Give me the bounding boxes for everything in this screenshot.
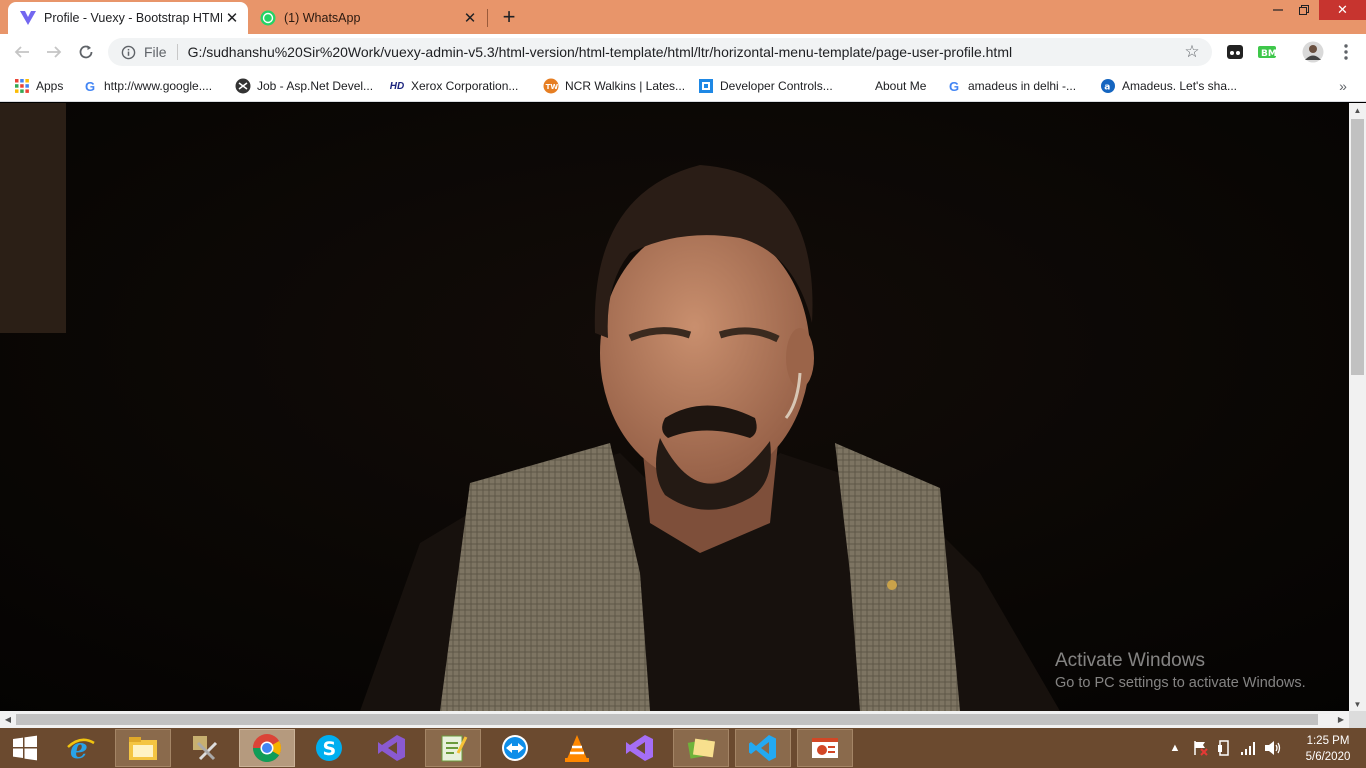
url-text[interactable]: G:/sudhanshu%20Sir%20Work/vuexy-admin-v5… <box>188 44 1182 60</box>
bookmark-google[interactable]: G http://www.google.... <box>82 76 212 96</box>
clock-time: 1:25 PM <box>1306 735 1350 747</box>
visual-studio-icon[interactable] <box>363 729 419 767</box>
svg-text:TW: TW <box>546 83 559 91</box>
tab-strip: Profile - Vuexy - Bootstrap HTML ✕ (1) W… <box>0 0 1366 34</box>
minimize-button[interactable] <box>1265 0 1291 20</box>
new-tab-button[interactable]: + <box>497 4 521 29</box>
watermark-title: Activate Windows <box>1055 650 1205 671</box>
google-icon: G <box>84 78 96 94</box>
chrome-icon[interactable] <box>239 729 295 767</box>
visual-studio-2019-icon[interactable] <box>611 729 667 767</box>
watermark-subtitle: Go to PC settings to activate Windows. <box>1055 675 1306 691</box>
bookmark-label: Xerox Corporation... <box>411 79 519 93</box>
tab-title: (1) WhatsApp <box>284 11 361 25</box>
photos-icon[interactable] <box>673 729 729 767</box>
activate-windows-watermark: Activate Windows Go to PC settings to ac… <box>1055 650 1306 691</box>
extension-bm-icon[interactable]: BM <box>1257 42 1277 62</box>
forward-button[interactable] <box>41 39 67 65</box>
tab-title: Profile - Vuexy - Bootstrap HTML <box>44 11 222 25</box>
address-bar[interactable]: File G:/sudhanshu%20Sir%20Work/vuexy-adm… <box>108 38 1212 66</box>
windows-logo-icon <box>13 735 37 761</box>
bookmark-developer-controls[interactable]: Developer Controls... <box>698 76 833 96</box>
skype-icon[interactable]: S <box>301 729 357 767</box>
bookmarks-overflow-icon[interactable]: » <box>1334 76 1352 96</box>
bookmarks-bar: Apps G http://www.google.... Job - Asp.N… <box>0 70 1366 102</box>
bookmark-amadeus[interactable]: a Amadeus. Let's sha... <box>1100 76 1237 96</box>
bookmark-label: amadeus in delhi -... <box>968 79 1077 93</box>
profile-avatar[interactable] <box>1302 41 1324 63</box>
tw-icon: TW <box>543 78 559 94</box>
scrollbar-corner <box>1349 711 1366 728</box>
vlc-icon[interactable] <box>549 729 605 767</box>
bookmark-label: Apps <box>36 79 64 93</box>
amadeus-icon: a <box>1100 78 1116 94</box>
tools-icon[interactable] <box>177 729 233 767</box>
video-frame[interactable]: Activate Windows Go to PC settings to ac… <box>0 103 1349 711</box>
svg-text:BM: BM <box>1261 49 1276 59</box>
vertical-scrollbar[interactable]: ▲ ▼ <box>1349 103 1366 711</box>
tab-close-icon[interactable]: ✕ <box>222 8 242 28</box>
bookmark-about-me[interactable]: About Me <box>875 76 926 96</box>
scroll-down-arrow-icon[interactable]: ▼ <box>1349 697 1366 711</box>
bookmark-ncr-walkins[interactable]: TW NCR Walkins | Lates... <box>543 76 685 96</box>
bookmark-label: Developer Controls... <box>720 79 833 93</box>
reload-button[interactable] <box>73 39 99 65</box>
taskbar-clock[interactable]: 1:25 PM 5/6/2020 <box>1298 733 1358 765</box>
device-icon[interactable] <box>1214 728 1234 768</box>
bookmark-label: Job - Asp.Net Devel... <box>257 79 374 93</box>
powerpoint-icon[interactable] <box>797 729 853 767</box>
network-signal-icon[interactable] <box>1238 728 1258 768</box>
restore-button[interactable] <box>1291 0 1317 20</box>
bookmark-job-aspnet[interactable]: Job - Asp.Net Devel... <box>235 76 373 96</box>
horizontal-scrollbar[interactable]: ◀ ▶ <box>0 711 1349 728</box>
horizontal-scroll-thumb[interactable] <box>16 714 1318 725</box>
hd-icon: HD <box>389 80 405 92</box>
bookmark-label: NCR Walkins | Lates... <box>565 79 686 93</box>
vscode-icon[interactable] <box>735 729 791 767</box>
file-explorer-icon[interactable] <box>115 729 171 767</box>
scroll-right-arrow-icon[interactable]: ▶ <box>1334 711 1348 728</box>
bookmark-label: About Me <box>875 79 927 93</box>
scroll-left-arrow-icon[interactable]: ◀ <box>1 711 15 728</box>
scroll-up-arrow-icon[interactable]: ▲ <box>1349 103 1366 117</box>
start-button[interactable] <box>0 729 50 767</box>
bookmark-xerox[interactable]: HD Xerox Corporation... <box>389 76 519 96</box>
bookmark-label: Amadeus. Let's sha... <box>1122 79 1238 93</box>
file-label: File <box>144 44 167 60</box>
close-window-button[interactable]: ✕ <box>1319 0 1366 20</box>
svg-text:e: e <box>70 733 88 763</box>
devcontrols-icon <box>698 78 714 94</box>
volume-icon[interactable] <box>1262 728 1284 768</box>
tab-profile-vuexy[interactable]: Profile - Vuexy - Bootstrap HTML ✕ <box>8 2 248 34</box>
svg-text:a: a <box>1104 83 1110 93</box>
vertical-scroll-thumb[interactable] <box>1351 119 1364 375</box>
job-icon <box>235 78 251 94</box>
tab-whatsapp[interactable]: (1) WhatsApp ✕ <box>248 2 486 34</box>
bookmark-star-icon[interactable]: ☆ <box>1182 42 1202 62</box>
extension-tracker-icon[interactable] <box>1225 42 1245 62</box>
windows-taskbar: e S ▲ 1:25 PM 5/6/2020 <box>0 728 1366 768</box>
action-center-flag-icon[interactable] <box>1190 728 1210 768</box>
bookmark-apps[interactable]: Apps <box>14 76 63 96</box>
vuexy-logo-icon <box>20 10 36 26</box>
clock-date: 5/6/2020 <box>1305 751 1351 763</box>
menu-kebab-icon[interactable] <box>1336 42 1356 62</box>
teamviewer-icon[interactable] <box>487 729 543 767</box>
bookmark-label: http://www.google.... <box>104 79 213 93</box>
tray-overflow-icon[interactable]: ▲ <box>1168 728 1182 768</box>
svg-text:S: S <box>323 738 337 760</box>
video-still-image <box>0 103 1349 711</box>
back-button[interactable] <box>9 39 35 65</box>
bookmark-amadeus-delhi[interactable]: G amadeus in delhi -... <box>946 76 1076 96</box>
google-icon: G <box>948 78 960 94</box>
whatsapp-icon <box>260 10 276 26</box>
tab-separator <box>487 9 488 27</box>
browser-toolbar: File G:/sudhanshu%20Sir%20Work/vuexy-adm… <box>0 34 1366 70</box>
tab-close-icon[interactable]: ✕ <box>460 8 480 28</box>
apps-grid-icon <box>14 78 30 94</box>
internet-explorer-icon[interactable]: e <box>53 729 109 767</box>
info-icon[interactable] <box>120 44 136 60</box>
notepad-plus-icon[interactable] <box>425 729 481 767</box>
omnibox-divider <box>176 44 178 60</box>
